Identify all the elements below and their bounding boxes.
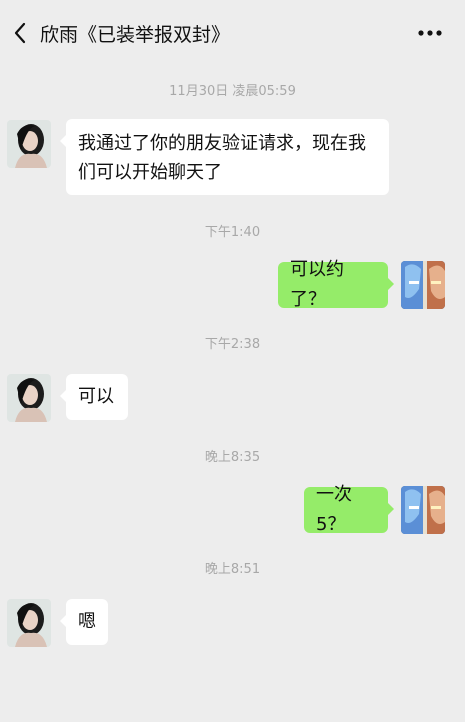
user-avatar-icon xyxy=(401,486,445,534)
user-avatar-icon xyxy=(401,261,445,309)
user-avatar[interactable] xyxy=(401,486,445,534)
chat-header: 欣雨《已装举报双封》 xyxy=(0,0,465,66)
user-avatar[interactable] xyxy=(401,261,445,309)
contact-avatar-icon xyxy=(7,599,51,647)
timestamp: 晚上8:51 xyxy=(204,562,261,577)
message-bubble-incoming[interactable]: 可以 xyxy=(60,374,128,420)
timestamp: 下午2:38 xyxy=(204,337,261,352)
more-dots-icon xyxy=(418,30,442,36)
timestamp: 下午1:40 xyxy=(204,225,261,240)
message-bubble-outgoing[interactable]: 一次 5？ xyxy=(304,484,394,535)
contact-avatar-icon xyxy=(7,120,51,168)
timestamp: 11月30日 凌晨05:59 xyxy=(169,84,296,99)
chevron-left-icon xyxy=(14,22,26,44)
chat-title: 欣雨《已装举报双封》 xyxy=(40,24,231,46)
back-button[interactable] xyxy=(6,18,34,48)
contact-avatar-icon xyxy=(7,374,51,422)
message-bubble-incoming[interactable]: 我通过了你的朋友验证请求，现在我们可以开始聊天了 xyxy=(60,119,389,195)
contact-avatar[interactable] xyxy=(7,374,51,422)
timestamp: 晚上8:35 xyxy=(204,450,261,465)
contact-avatar[interactable] xyxy=(7,120,51,168)
message-bubble-incoming[interactable]: 嗯 xyxy=(60,599,108,645)
contact-avatar[interactable] xyxy=(7,599,51,647)
more-button[interactable] xyxy=(415,22,445,44)
message-bubble-outgoing[interactable]: 可以约了？ xyxy=(278,259,394,310)
